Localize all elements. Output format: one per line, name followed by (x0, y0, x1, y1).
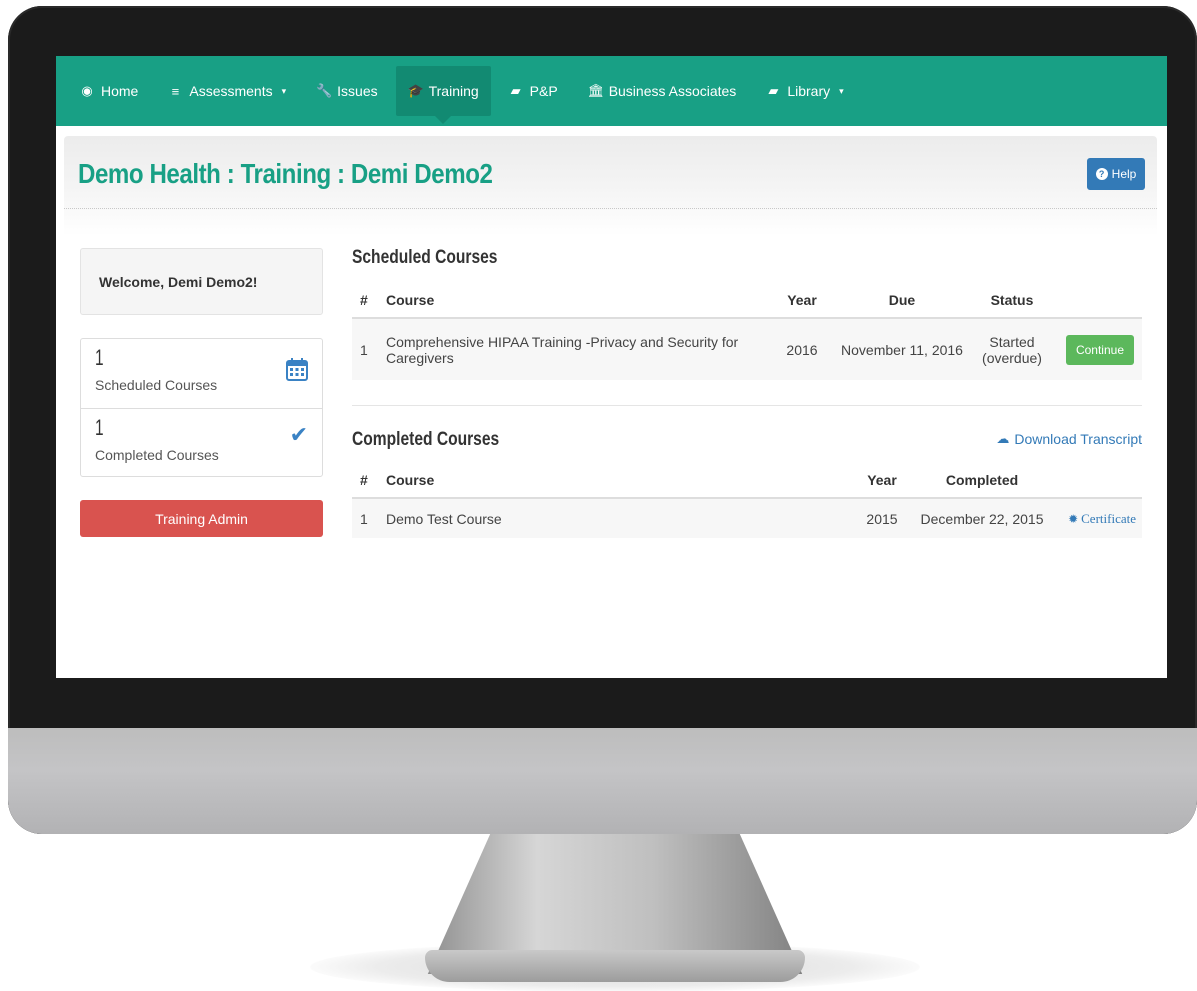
certificate-link[interactable]: ✹ Certificate (1068, 511, 1136, 526)
check-icon: ✔ (289, 423, 308, 448)
col-num: # (352, 462, 378, 499)
stat-scheduled-courses[interactable]: 1 Scheduled Courses (81, 339, 322, 408)
nav-business-associates[interactable]: 🏛 Business Associates (576, 66, 749, 116)
download-transcript-label: Download Transcript (1014, 431, 1142, 447)
completed-courses-table: # Course Year Completed 1 Demo Test Cour… (352, 462, 1142, 538)
nav-assessments[interactable]: ≡ Assessments ▾ (156, 66, 298, 116)
completed-courses-title: Completed Courses (352, 429, 500, 450)
stat-count: 1 (95, 345, 104, 370)
nav-library[interactable]: ▰ Library ▾ (754, 66, 855, 116)
row-due: November 11, 2016 (832, 318, 972, 380)
nav-pp-label: P&P (529, 83, 558, 99)
table-row: 1 Comprehensive HIPAA Training -Privacy … (352, 318, 1142, 380)
col-num: # (352, 282, 378, 319)
col-action (1052, 282, 1142, 319)
list-icon: ≡ (171, 83, 180, 99)
table-row: 1 Demo Test Course 2015 December 22, 201… (352, 498, 1142, 538)
header-divider (64, 208, 1157, 209)
scheduled-courses-table: # Course Year Due Status 1 Comprehensive… (352, 282, 1142, 380)
stat-count: 1 (95, 415, 104, 440)
col-due: Due (832, 282, 972, 319)
question-circle-icon: ? (1095, 168, 1108, 180)
main-navbar: ◉ Home ≡ Assessments ▾ 🔧 Issues 🎓 Traini… (56, 56, 1167, 126)
caret-down-icon: ▾ (839, 85, 844, 96)
monitor-stand-base (425, 950, 805, 982)
nav-assessments-label: Assessments (189, 83, 273, 99)
col-action (1052, 462, 1142, 499)
nav-training[interactable]: 🎓 Training (395, 66, 491, 124)
nav-training-label: Training (428, 83, 479, 99)
download-transcript-link[interactable]: ☁ Download Transcript (996, 431, 1142, 447)
col-course: Course (378, 282, 772, 319)
nav-home-label: Home (101, 83, 139, 99)
table-header-row: # Course Year Due Status (352, 282, 1142, 319)
row-year: 2015 (852, 498, 912, 538)
wrench-icon: 🔧 (316, 83, 333, 98)
row-status: Started (overdue) (972, 318, 1052, 380)
nav-business-associates-label: Business Associates (608, 83, 737, 99)
col-course: Course (378, 462, 852, 499)
stat-completed-courses[interactable]: 1 Completed Courses ✔ (81, 408, 322, 477)
certificate-icon: ✹ (1068, 512, 1079, 526)
nav-issues-label: Issues (337, 83, 378, 99)
page-title: Demo Health : Training : Demi Demo2 (78, 158, 493, 189)
monitor-chin (8, 728, 1197, 834)
cloud-download-icon: ☁ (996, 431, 1010, 446)
caret-down-icon: ▾ (281, 85, 287, 96)
section-divider (352, 405, 1142, 406)
col-year: Year (772, 282, 832, 319)
help-button-label: Help (1111, 167, 1137, 181)
training-admin-button[interactable]: Training Admin (80, 500, 323, 537)
row-completed: December 22, 2015 (912, 498, 1052, 538)
nav-issues[interactable]: 🔧 Issues (304, 66, 389, 116)
continue-button[interactable]: Continue (1065, 334, 1134, 365)
book-icon: ▰ (768, 83, 779, 98)
help-button[interactable]: ? Help (1087, 158, 1145, 190)
welcome-message: Welcome, Demi Demo2! (80, 248, 323, 315)
nav-home[interactable]: ◉ Home (68, 66, 150, 116)
certificate-label: Certificate (1081, 511, 1136, 526)
row-course: Demo Test Course (378, 498, 852, 538)
stat-label: Scheduled Courses (95, 377, 218, 393)
table-header-row: # Course Year Completed (352, 462, 1142, 499)
stat-label: Completed Courses (95, 447, 219, 463)
course-stats: 1 Scheduled Courses 1 Completed Courses … (80, 338, 323, 477)
col-completed: Completed (912, 462, 1052, 499)
col-status: Status (972, 282, 1052, 319)
row-num: 1 (352, 318, 378, 380)
row-year: 2016 (772, 318, 832, 380)
bank-icon: 🏛 (587, 83, 605, 98)
row-num: 1 (352, 498, 378, 538)
col-year: Year (852, 462, 912, 499)
dashboard-icon: ◉ (81, 83, 93, 98)
calendar-icon (286, 357, 308, 385)
row-course: Comprehensive HIPAA Training -Privacy an… (378, 318, 772, 380)
book-icon: ▰ (510, 83, 521, 98)
scheduled-courses-title: Scheduled Courses (352, 247, 498, 268)
page-header: Demo Health : Training : Demi Demo2 ? He… (64, 136, 1157, 236)
graduation-cap-icon: 🎓 (407, 83, 424, 98)
nav-pp[interactable]: ▰ P&P (497, 66, 570, 116)
nav-library-label: Library (787, 83, 831, 99)
screen: ◉ Home ≡ Assessments ▾ 🔧 Issues 🎓 Traini… (56, 56, 1167, 678)
